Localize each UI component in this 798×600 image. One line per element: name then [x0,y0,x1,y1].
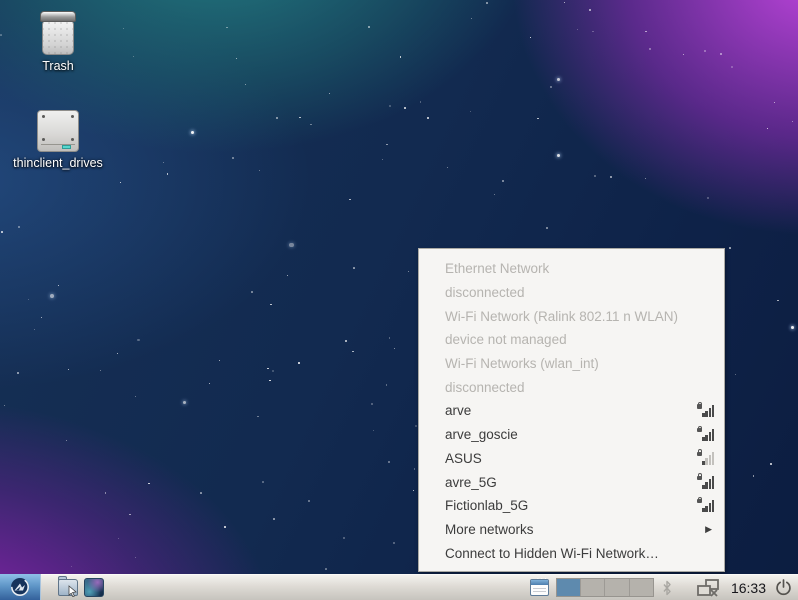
menu-item-wifi-wlanint-status: disconnected [419,375,724,399]
bluetooth-icon[interactable] [662,580,672,596]
wifi-signal-icon [697,428,714,441]
menu-item-wifi-ralink-header: Wi-Fi Network (Ralink 802.11 n WLAN) [419,304,724,328]
menu-item-network-avre-5g[interactable]: avre_5G [419,470,724,494]
start-menu-button[interactable] [0,574,41,600]
workspace-2[interactable] [581,579,605,596]
workspace-1[interactable] [557,579,581,596]
menu-item-wifi-wlanint-header: Wi-Fi Networks (wlan_int) [419,352,724,376]
window-list-button[interactable] [527,577,552,599]
desktop-icon-thinclient-drives[interactable]: thinclient_drives [6,110,110,172]
workspace-4[interactable] [630,579,653,596]
file-manager-launcher[interactable] [57,577,78,598]
workspace-pager[interactable] [556,578,654,597]
file-manager-icon [58,579,78,596]
trash-icon [38,11,78,55]
menu-item-ethernet-status: disconnected [419,281,724,305]
taskbar: 16:33 [0,574,798,600]
show-desktop-launcher[interactable] [83,577,104,598]
wifi-signal-icon [697,404,714,417]
submenu-arrow-icon: ▶ [705,524,712,535]
lubuntu-logo-icon [10,577,30,597]
desktop-wallpaper: Trash thinclient_drives Ethernet Network… [0,0,798,600]
workspace-3[interactable] [605,579,629,596]
power-icon[interactable] [775,579,792,596]
menu-item-ethernet-network: Ethernet Network [419,257,724,281]
menu-item-more-networks[interactable]: More networks ▶ [419,518,724,542]
thinclient-drives-label: thinclient_drives [13,156,103,172]
menu-item-connect-hidden[interactable]: Connect to Hidden Wi-Fi Network… [419,541,724,565]
menu-item-network-fictionlab-5g[interactable]: Fictionlab_5G [419,494,724,518]
menu-item-wifi-ralink-status: device not managed [419,328,724,352]
wifi-signal-icon [697,452,714,465]
drive-icon [37,110,79,152]
show-desktop-icon [84,578,104,597]
desktop-icon-trash[interactable]: Trash [6,11,110,75]
menu-item-network-asus[interactable]: ASUS [419,447,724,471]
trash-label: Trash [42,59,74,75]
network-manager-menu: Ethernet Network disconnected Wi-Fi Netw… [418,248,725,572]
window-icon [530,579,549,596]
network-disconnected-icon[interactable] [697,579,721,597]
menu-item-network-arve-goscie[interactable]: arve_goscie [419,423,724,447]
wifi-signal-icon [697,499,714,512]
taskbar-clock[interactable]: 16:33 [731,580,766,596]
wifi-signal-icon [697,476,714,489]
menu-item-network-arve[interactable]: arve [419,399,724,423]
